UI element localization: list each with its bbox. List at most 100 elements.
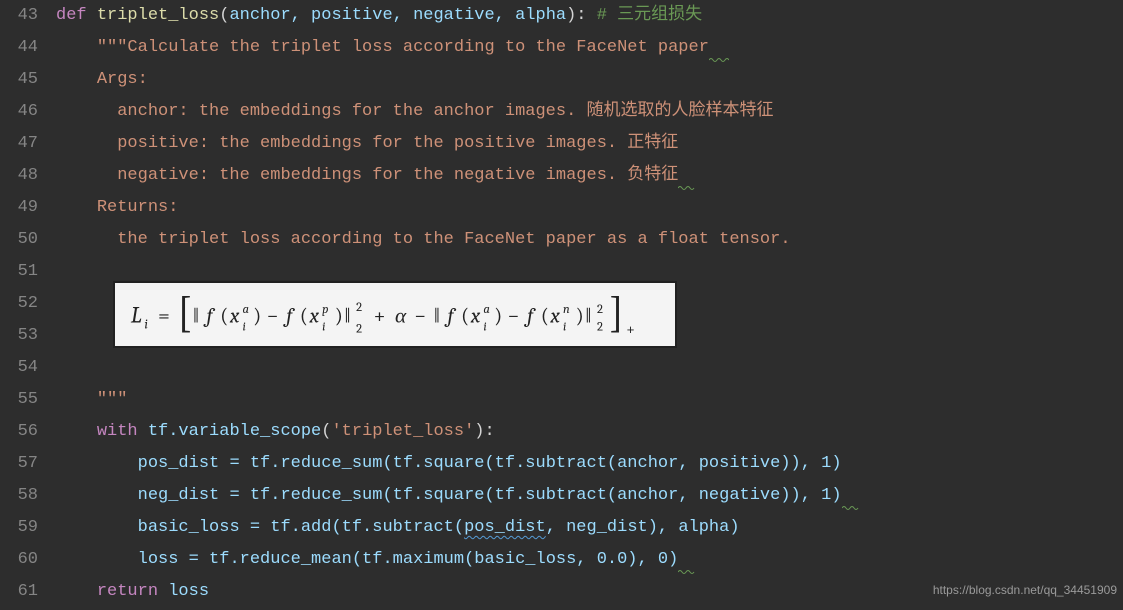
code-line[interactable]: """Calculate the triplet loss according … — [56, 32, 1123, 64]
docstring: Returns: — [97, 198, 179, 217]
line-number: 45 — [8, 64, 38, 96]
params: anchor, positive, negative, alpha — [229, 6, 566, 25]
keyword-with: with — [97, 422, 138, 441]
docstring: anchor: the embeddings for the anchor im… — [97, 102, 774, 121]
code-line[interactable]: with tf.variable_scope('triplet_loss'): — [56, 416, 1123, 448]
line-number: 60 — [8, 544, 38, 576]
svg-text:a: a — [242, 303, 249, 317]
code-line[interactable]: loss = tf.reduce_mean(tf.maximum(basic_l… — [56, 544, 1123, 576]
squiggle-icon — [678, 569, 698, 575]
statement: neg_dist = tf.reduce_sum(tf.square(tf.su… — [138, 486, 842, 505]
svg-text:f: f — [443, 305, 456, 329]
line-number: 53 — [8, 320, 38, 352]
svg-text:(: ( — [541, 305, 549, 329]
colon: : — [576, 6, 586, 25]
svg-text:i: i — [322, 321, 325, 335]
code-line[interactable]: """ — [56, 384, 1123, 416]
identifier: loss — [168, 582, 209, 601]
code-line[interactable]: neg_dist = tf.reduce_sum(tf.square(tf.su… — [56, 480, 1123, 512]
svg-text:i: i — [144, 318, 148, 333]
line-number: 61 — [8, 576, 38, 608]
line-number: 57 — [8, 448, 38, 480]
svg-text:L: L — [131, 302, 142, 329]
docstring: the triplet loss according to the FaceNe… — [97, 230, 791, 249]
svg-text:+: + — [626, 320, 635, 338]
svg-text:): ) — [576, 305, 584, 329]
colon: : — [485, 422, 495, 441]
code-line[interactable] — [56, 352, 1123, 384]
svg-text:2: 2 — [356, 301, 362, 315]
keyword-return: return — [97, 582, 158, 601]
code-line[interactable]: Args: — [56, 64, 1123, 96]
squiggle-icon — [842, 505, 862, 511]
statement: , neg_dist), alpha) — [546, 518, 740, 537]
line-number: 48 — [8, 160, 38, 192]
code-line[interactable]: pos_dist = tf.reduce_sum(tf.square(tf.su… — [56, 448, 1123, 480]
squiggle-icon — [709, 57, 729, 63]
svg-text:a: a — [483, 303, 490, 317]
formula-image: L i = [ ‖ f ( x a i ) − f ( x p i ) ‖ 2 … — [115, 283, 675, 346]
line-number: 54 — [8, 352, 38, 384]
paren: ) — [474, 422, 484, 441]
svg-text:=: = — [158, 305, 170, 329]
svg-text:): ) — [253, 305, 261, 329]
svg-text:): ) — [494, 305, 502, 329]
svg-text:(: ( — [300, 305, 308, 329]
docstring: """Calculate the triplet loss according … — [97, 38, 709, 57]
code-line[interactable]: Returns: — [56, 192, 1123, 224]
line-number: 52 — [8, 288, 38, 320]
line-number: 49 — [8, 192, 38, 224]
line-number: 50 — [8, 224, 38, 256]
statement: pos_dist = tf.reduce_sum(tf.square(tf.su… — [138, 454, 842, 473]
svg-text:2: 2 — [356, 322, 362, 336]
paren: ( — [219, 6, 229, 25]
line-number: 47 — [8, 128, 38, 160]
docstring: Args: — [97, 70, 148, 89]
line-number: 46 — [8, 96, 38, 128]
code-line[interactable]: positive: the embeddings for the positiv… — [56, 128, 1123, 160]
string: 'triplet_loss' — [331, 422, 474, 441]
comment: # 三元组损失 — [597, 6, 702, 25]
svg-text:α: α — [395, 305, 407, 329]
svg-text:x: x — [549, 305, 560, 329]
line-number: 59 — [8, 512, 38, 544]
line-number: 51 — [8, 256, 38, 288]
svg-text:i: i — [242, 321, 245, 335]
svg-text:p: p — [322, 303, 328, 317]
svg-text:−: − — [267, 305, 279, 329]
svg-text:f: f — [282, 305, 295, 329]
line-number: 56 — [8, 416, 38, 448]
docstring: """ — [97, 390, 128, 409]
svg-text:+: + — [374, 305, 386, 329]
svg-text:]: ] — [609, 289, 624, 338]
svg-text:−: − — [414, 305, 426, 329]
svg-text:‖: ‖ — [585, 305, 591, 329]
line-number: 58 — [8, 480, 38, 512]
keyword-def: def — [56, 6, 87, 25]
docstring: positive: the embeddings for the positiv… — [97, 134, 679, 153]
svg-text:x: x — [229, 305, 240, 329]
code-line[interactable]: basic_loss = tf.add(tf.subtract(pos_dist… — [56, 512, 1123, 544]
paren: ) — [566, 6, 576, 25]
svg-text:x: x — [309, 305, 320, 329]
watermark: https://blog.csdn.net/qq_34451909 — [933, 574, 1117, 606]
svg-text:x: x — [470, 305, 481, 329]
line-number: 43 — [8, 0, 38, 32]
svg-text:[: [ — [177, 289, 192, 338]
code-line[interactable]: anchor: the embeddings for the anchor im… — [56, 96, 1123, 128]
svg-text:(: ( — [461, 305, 469, 329]
svg-text:2: 2 — [597, 321, 603, 335]
svg-text:‖: ‖ — [434, 305, 440, 329]
line-number: 55 — [8, 384, 38, 416]
squiggle-icon — [678, 185, 698, 191]
line-number: 44 — [8, 32, 38, 64]
call: tf.variable_scope — [148, 422, 321, 441]
warning-underline: pos_dist — [464, 518, 546, 537]
svg-text:i: i — [483, 321, 486, 335]
docstring: negative: the embeddings for the negativ… — [97, 166, 679, 185]
code-line[interactable]: def triplet_loss(anchor, positive, negat… — [56, 0, 1123, 32]
code-line[interactable]: the triplet loss according to the FaceNe… — [56, 224, 1123, 256]
svg-text:f: f — [523, 305, 536, 329]
function-name: triplet_loss — [97, 6, 219, 25]
code-line[interactable]: negative: the embeddings for the negativ… — [56, 160, 1123, 192]
